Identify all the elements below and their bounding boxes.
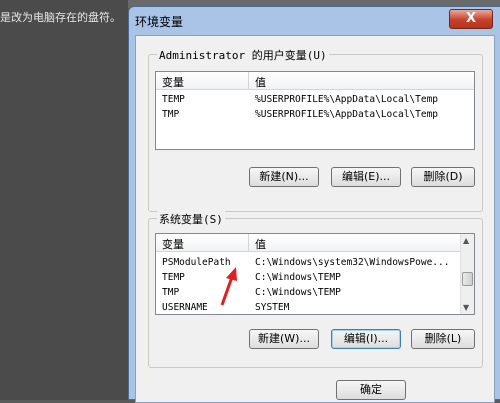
title-bar[interactable]: 环境变量 X bbox=[129, 7, 500, 35]
list-item[interactable]: PSModulePath C:\Windows\system32\Windows… bbox=[156, 255, 461, 270]
vertical-scrollbar[interactable]: ▲ ▼ bbox=[460, 234, 474, 314]
user-variables-label: Administrator 的用户变量(U) bbox=[157, 47, 329, 63]
system-variables-list[interactable]: 变量 值 PSModulePath C:\Windows\system32\Wi… bbox=[155, 233, 475, 315]
environment-variables-dialog: 环境变量 X Administrator 的用户变量(U) 变量 值 TEMP … bbox=[128, 6, 500, 403]
background-text: 是改为电脑存在的盘符。 bbox=[0, 11, 121, 24]
list-item[interactable]: TEMP %USERPROFILE%\AppData\Local\Temp bbox=[156, 92, 474, 107]
column-divider[interactable] bbox=[248, 72, 249, 90]
variable-value: %USERPROFILE%\AppData\Local\Temp bbox=[255, 94, 439, 105]
system-delete-button[interactable]: 删除(L) bbox=[411, 329, 475, 349]
annotation-arrow-icon bbox=[220, 267, 237, 306]
column-header-value[interactable]: 值 bbox=[255, 74, 266, 90]
list-item[interactable]: TMP C:\Windows\TEMP bbox=[156, 285, 461, 300]
background-window bbox=[0, 0, 128, 400]
user-variables-group: Administrator 的用户变量(U) 变量 值 TEMP %USERPR… bbox=[148, 47, 483, 212]
variable-name: TEMP bbox=[162, 94, 185, 105]
dialog-client-area: Administrator 的用户变量(U) 变量 值 TEMP %USERPR… bbox=[135, 35, 495, 403]
window-title: 环境变量 bbox=[135, 15, 184, 29]
variable-value: %USERPROFILE%\AppData\Local\Temp bbox=[255, 109, 439, 120]
user-delete-button[interactable]: 删除(D) bbox=[411, 167, 475, 187]
scroll-down-icon[interactable]: ▼ bbox=[463, 303, 469, 312]
system-variables-label: 系统变量(S) bbox=[157, 211, 225, 227]
variable-value: SYSTEM bbox=[255, 302, 290, 313]
column-header-variable[interactable]: 变量 bbox=[162, 74, 184, 90]
user-new-button[interactable]: 新建(N)... bbox=[249, 167, 319, 187]
column-divider[interactable] bbox=[248, 234, 249, 252]
variable-value: C:\Windows\TEMP bbox=[255, 272, 341, 283]
user-variables-list[interactable]: 变量 值 TEMP %USERPROFILE%\AppData\Local\Te… bbox=[155, 71, 475, 150]
list-item[interactable]: TMP %USERPROFILE%\AppData\Local\Temp bbox=[156, 107, 474, 122]
variable-name: TMP bbox=[162, 109, 180, 120]
scroll-thumb[interactable] bbox=[462, 272, 473, 286]
scroll-up-icon[interactable]: ▲ bbox=[463, 236, 469, 245]
user-list-header: 变量 值 bbox=[156, 72, 474, 90]
list-item[interactable]: TEMP C:\Windows\TEMP bbox=[156, 270, 461, 285]
system-list-header: 变量 值 bbox=[156, 234, 461, 252]
close-button[interactable]: X bbox=[449, 9, 493, 29]
column-header-variable[interactable]: 变量 bbox=[162, 236, 184, 252]
system-edit-button[interactable]: 编辑(I)... bbox=[331, 329, 401, 349]
list-item[interactable]: USERNAME SYSTEM bbox=[156, 300, 461, 314]
variable-value: C:\Windows\system32\WindowsPowe... bbox=[255, 257, 450, 268]
variable-value: C:\Windows\TEMP bbox=[255, 287, 341, 298]
close-icon: X bbox=[465, 11, 477, 26]
user-edit-button[interactable]: 编辑(E)... bbox=[331, 167, 401, 187]
system-new-button[interactable]: 新建(W)... bbox=[249, 329, 319, 349]
ok-button[interactable]: 确定 bbox=[336, 380, 406, 400]
column-header-value[interactable]: 值 bbox=[255, 236, 266, 252]
system-variables-group: 系统变量(S) 变量 值 PSModulePath C:\Windows\sys… bbox=[148, 211, 483, 368]
